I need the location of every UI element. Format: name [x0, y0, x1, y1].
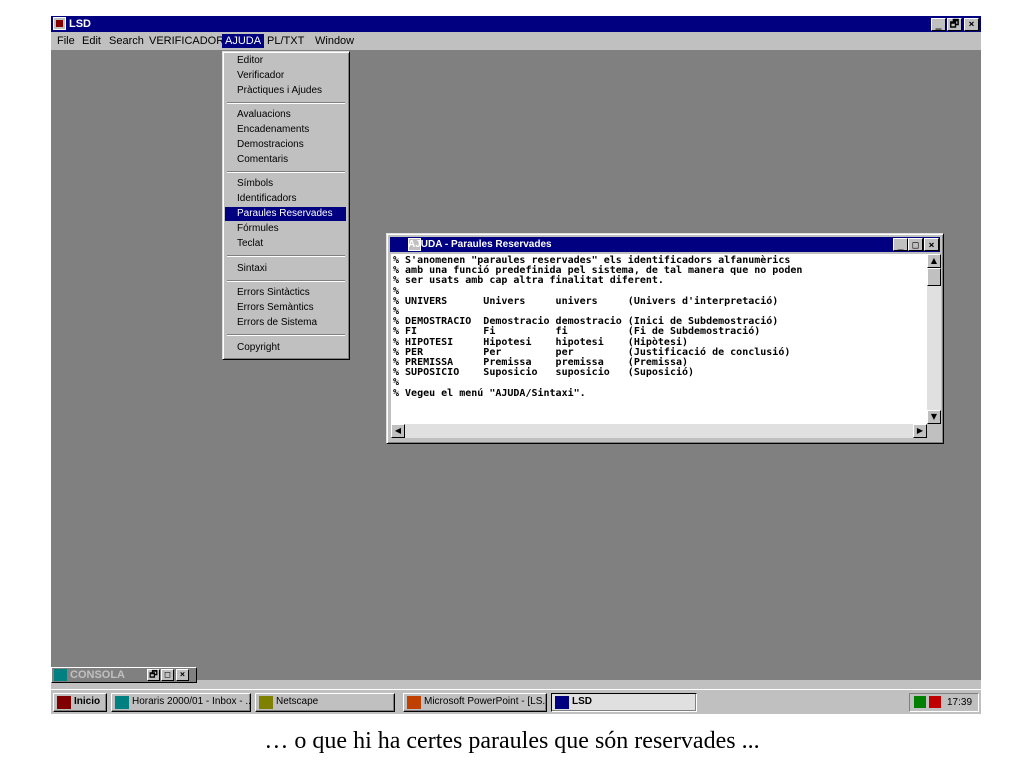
menu-file[interactable]: File	[54, 34, 78, 48]
taskbar-label: Netscape	[276, 696, 319, 707]
system-tray: 17:39	[909, 693, 979, 712]
antivirus-tray-icon[interactable]	[929, 696, 941, 708]
consola-maximize-button[interactable]: □	[161, 669, 174, 681]
menu-search[interactable]: Search	[106, 34, 147, 48]
lsd-taskbar-icon	[555, 696, 569, 709]
mail-icon	[115, 696, 129, 709]
menu-edit[interactable]: Edit	[79, 34, 104, 48]
scroll-right-arrow-icon[interactable]: ▶	[913, 424, 927, 438]
menu-item-avaluacions[interactable]: Avaluacions	[225, 108, 346, 122]
ajuda-dropdown-menu: Editor Verificador Pràctiques i Ajudes A…	[222, 51, 350, 360]
consola-close-button[interactable]: ×	[176, 669, 189, 681]
scroll-down-arrow-icon[interactable]: ▼	[927, 410, 941, 424]
menu-separator	[227, 334, 345, 336]
menu-item-verificador[interactable]: Verificador	[225, 69, 346, 83]
scroll-left-arrow-icon[interactable]: ◀	[391, 424, 405, 438]
menu-item-demostracions[interactable]: Demostracions	[225, 138, 346, 152]
scroll-thumb[interactable]	[927, 268, 941, 286]
taskbar-button-lsd[interactable]: LSD	[551, 693, 697, 712]
menu-item-encadenaments[interactable]: Encadenaments	[225, 123, 346, 137]
menu-pl-txt[interactable]: PL/TXT	[264, 34, 307, 48]
help-window-titlebar[interactable]: AJUDA - Paraules Reservades _ □ ×	[390, 237, 940, 252]
help-minimize-button[interactable]: _	[893, 238, 908, 251]
consola-restore-button[interactable]: 🗗	[147, 669, 160, 681]
lsd-app-icon	[53, 17, 66, 30]
taskbar-label: LSD	[572, 696, 592, 707]
vertical-scrollbar[interactable]: ▲ ▼	[927, 254, 941, 424]
menu-separator	[227, 171, 345, 173]
consola-title: CONSOLA	[70, 669, 125, 681]
start-button[interactable]: Inicio	[53, 693, 107, 712]
menu-item-teclat[interactable]: Teclat	[225, 237, 346, 251]
menu-separator	[227, 255, 345, 257]
slide-caption: … o que hi ha certes paraules que són re…	[264, 728, 760, 754]
help-close-button[interactable]: ×	[924, 238, 939, 251]
horizontal-scrollbar[interactable]: ◀ ▶	[391, 424, 927, 438]
taskbar: Inicio Horaris 2000/01 - Inbox - ... Net…	[51, 689, 981, 714]
app-titlebar[interactable]: LSD _ 🗗 ×	[51, 16, 981, 32]
taskbar-button-powerpoint[interactable]: Microsoft PowerPoint - [LS...	[403, 693, 547, 712]
help-maximize-button[interactable]: □	[908, 238, 923, 251]
scroll-up-arrow-icon[interactable]: ▲	[927, 254, 941, 268]
menu-separator	[227, 102, 345, 104]
menu-item-paraules-reservades[interactable]: Paraules Reservades	[225, 207, 346, 221]
menu-item-practiques[interactable]: Pràctiques i Ajudes	[225, 84, 346, 98]
powerpoint-icon	[407, 696, 421, 709]
clock[interactable]: 17:39	[947, 695, 972, 710]
consola-icon	[54, 669, 67, 681]
taskbar-label: Horaris 2000/01 - Inbox - ...	[132, 696, 251, 707]
netscape-icon	[259, 696, 273, 709]
windows-logo-icon	[57, 696, 71, 709]
menubar: File Edit Search VERIFICADOR AJUDA PL/TX…	[51, 32, 981, 50]
minimize-button[interactable]: _	[931, 18, 946, 31]
help-text: % S'anomenen "paraules reservades" els i…	[393, 255, 803, 399]
menu-item-copyright[interactable]: Copyright	[225, 341, 346, 355]
menu-item-identificadors[interactable]: Identificadors	[225, 192, 346, 206]
menu-window[interactable]: Window	[312, 34, 357, 48]
close-button[interactable]: ×	[964, 18, 979, 31]
menu-item-errors-sistema[interactable]: Errors de Sistema	[225, 316, 346, 330]
screen: LSD _ 🗗 × File Edit Search VERIFICADOR A…	[51, 16, 981, 714]
menu-item-comentaris[interactable]: Comentaris	[225, 153, 346, 167]
menu-item-simbols[interactable]: Símbols	[225, 177, 346, 191]
menu-item-sintaxi[interactable]: Sintaxi	[225, 262, 346, 276]
network-tray-icon[interactable]	[914, 696, 926, 708]
start-label: Inicio	[74, 696, 101, 707]
menu-item-formules[interactable]: Fórmules	[225, 222, 346, 236]
menu-item-errors-semantics[interactable]: Errors Semàntics	[225, 301, 346, 315]
consola-minimized-window[interactable]: CONSOLA 🗗 □ ×	[51, 667, 197, 683]
menu-separator	[227, 280, 345, 282]
maximize-button[interactable]: 🗗	[947, 18, 962, 31]
menu-verificador[interactable]: VERIFICADOR	[146, 34, 227, 48]
help-window-title: AJUDA - Paraules Reservades	[408, 239, 552, 250]
taskbar-label: Microsoft PowerPoint - [LS...	[424, 696, 547, 707]
menu-item-editor[interactable]: Editor	[225, 54, 346, 68]
menu-ajuda[interactable]: AJUDA	[222, 34, 265, 48]
taskbar-button-netscape[interactable]: Netscape	[255, 693, 395, 712]
help-window: AJUDA - Paraules Reservades _ □ × % S'an…	[386, 233, 944, 444]
help-text-area[interactable]: % S'anomenen "paraules reservades" els i…	[391, 254, 941, 424]
taskbar-button-horaris[interactable]: Horaris 2000/01 - Inbox - ...	[111, 693, 251, 712]
app-title: LSD	[69, 18, 91, 30]
menu-item-errors-sintactics[interactable]: Errors Sintàctics	[225, 286, 346, 300]
